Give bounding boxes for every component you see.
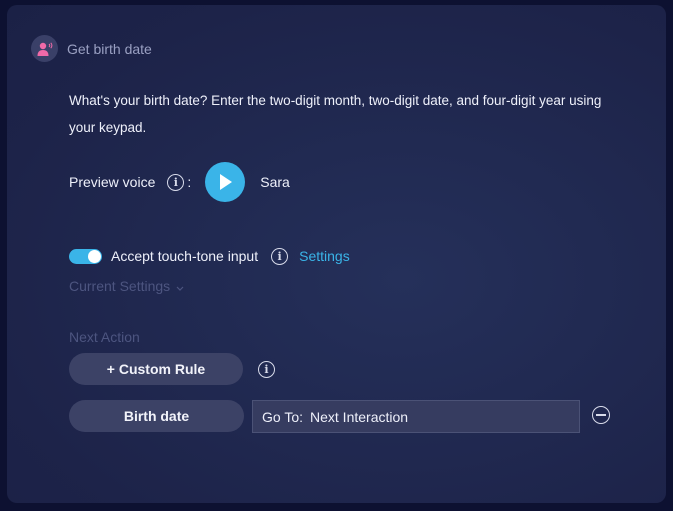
current-settings-label: Current Settings: [69, 278, 171, 294]
interaction-header: Get birth date: [31, 35, 152, 62]
custom-rule-button[interactable]: + Custom Rule: [69, 353, 243, 385]
touch-tone-toggle[interactable]: [69, 248, 102, 264]
current-settings-dropdown[interactable]: Current Settings: [69, 278, 185, 294]
info-icon[interactable]: i: [271, 247, 289, 265]
speaking-person-icon: [31, 35, 58, 62]
colon: :: [187, 174, 192, 190]
goto-field[interactable]: Go To: Next Interaction: [252, 400, 580, 433]
info-icon[interactable]: i: [258, 361, 275, 378]
info-icon[interactable]: i: [167, 173, 185, 191]
prompt-text: What's your birth date? Enter the two-di…: [69, 93, 602, 135]
goto-label: Go To:: [262, 408, 303, 425]
toggle-knob: [88, 249, 101, 263]
preview-voice-row: Preview voice i : Sara: [69, 162, 290, 202]
goto-value: Next Interaction: [310, 408, 409, 425]
preview-voice-label: Preview voice: [69, 174, 156, 190]
minus-circle-icon: [596, 414, 606, 416]
voice-name: Sara: [260, 174, 290, 190]
interaction-title: Get birth date: [67, 40, 152, 57]
touch-tone-row: Accept touch-tone input i Settings: [69, 245, 350, 267]
remove-rule-button[interactable]: [592, 406, 610, 424]
rule-name-button[interactable]: Birth date: [69, 400, 244, 432]
touch-tone-label: Accept touch-tone input: [111, 248, 259, 264]
next-action-label: Next Action: [69, 329, 140, 345]
play-icon: [220, 174, 233, 190]
play-button[interactable]: [205, 162, 246, 202]
chevron-down-icon: [176, 286, 184, 291]
settings-link[interactable]: Settings: [299, 248, 350, 264]
